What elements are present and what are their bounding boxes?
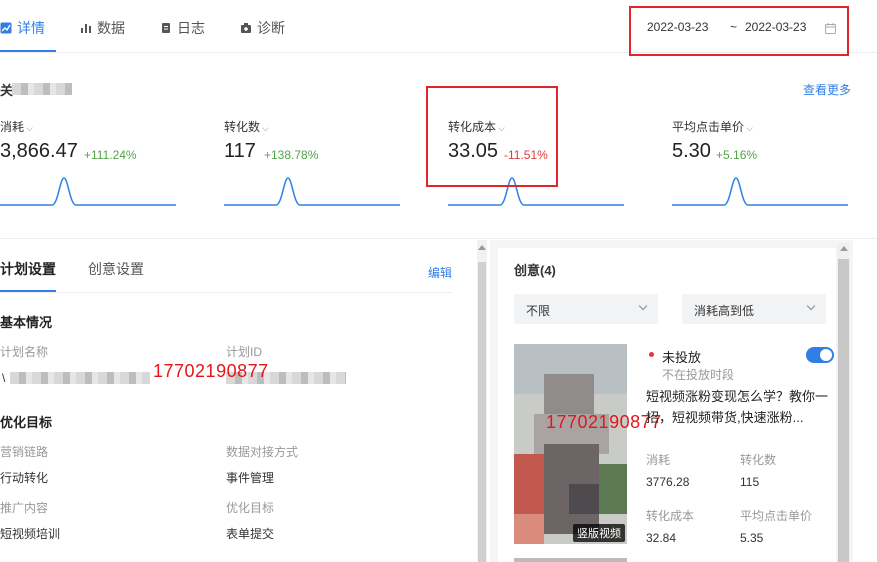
metric-change: +5.16% bbox=[716, 148, 758, 162]
plan-id-label: 计划ID bbox=[226, 345, 263, 359]
active-tab-indicator bbox=[0, 290, 56, 292]
metric-value: 3,866.47 bbox=[0, 140, 78, 162]
trend-chart-icon bbox=[0, 22, 12, 34]
creative-title: 创意(4) bbox=[514, 263, 556, 278]
diagnose-icon bbox=[240, 22, 252, 34]
left-scrollbar[interactable] bbox=[477, 240, 487, 562]
edit-link[interactable]: 编辑 bbox=[428, 264, 452, 281]
bar-chart-icon bbox=[80, 22, 92, 34]
metric-label-dropdown[interactable]: 消耗 ⌵ bbox=[0, 118, 33, 135]
metric-spend: 消耗 ⌵ 3,866.47 +111.24% bbox=[0, 116, 200, 216]
creative-status-sub: 不在投放时段 bbox=[662, 368, 735, 382]
stat-value: 3776.28 bbox=[646, 475, 690, 489]
next-thumbnail-edge bbox=[514, 558, 627, 562]
stat-value: 115 bbox=[740, 475, 760, 489]
stat-label: 平均点击单价 bbox=[740, 509, 813, 523]
tab-diagnose[interactable]: 诊断 bbox=[240, 18, 285, 38]
metric-label: 消耗 bbox=[0, 120, 25, 134]
scroll-up-icon[interactable] bbox=[840, 246, 848, 251]
right-scrollbar[interactable] bbox=[837, 243, 850, 562]
scroll-up-icon[interactable] bbox=[478, 245, 486, 250]
sparkline bbox=[224, 177, 400, 206]
select-value: 不限 bbox=[526, 304, 551, 318]
field-label: 推广内容 bbox=[0, 501, 49, 515]
phone-overlay: 17702190877 bbox=[153, 361, 269, 381]
tab-details[interactable]: 详情 bbox=[0, 18, 45, 38]
creative-status: 未投放 bbox=[662, 350, 702, 365]
creative-toggle[interactable] bbox=[806, 347, 834, 363]
metric-label: 转化数 bbox=[224, 120, 261, 134]
select-value: 消耗高到低 bbox=[694, 304, 755, 318]
redacted-text bbox=[12, 83, 72, 95]
field-value: 短视频培训 bbox=[0, 527, 61, 541]
chevron-down-icon: ⌵ bbox=[26, 123, 33, 133]
section-divider bbox=[0, 238, 877, 239]
stat-value: 5.35 bbox=[740, 531, 764, 545]
metric-label-dropdown[interactable]: 转化数 ⌵ bbox=[224, 118, 269, 135]
tab-label: 数据 bbox=[97, 20, 125, 36]
highlight-box-date bbox=[629, 6, 849, 56]
metric-label: 平均点击单价 bbox=[672, 120, 745, 134]
scroll-thumb[interactable] bbox=[478, 262, 486, 562]
plan-name-label: 计划名称 bbox=[0, 345, 49, 359]
field-label: 营销链路 bbox=[0, 445, 49, 459]
creative-description: 短视频涨粉变现怎么学？教你一招，短视频带货,快速涨粉... bbox=[646, 389, 829, 425]
tab-divider bbox=[0, 292, 452, 293]
sparkline bbox=[0, 177, 176, 206]
sort-select[interactable]: 消耗高到低 bbox=[682, 294, 826, 324]
metric-conversions: 转化数 ⌵ 117 +138.78% bbox=[224, 116, 424, 216]
log-icon bbox=[160, 22, 172, 34]
creative-thumbnail[interactable]: 竖版视频 bbox=[514, 344, 627, 544]
metric-label-dropdown[interactable]: 平均点击单价 ⌵ bbox=[672, 118, 753, 135]
view-more-link[interactable]: 查看更多 bbox=[803, 81, 851, 98]
field-value: 事件管理 bbox=[226, 471, 275, 485]
metric-avg-cpc: 平均点击单价 ⌵ 5.30 +5.16% bbox=[672, 116, 872, 216]
basic-info-title: 基本情况 bbox=[0, 315, 53, 330]
metric-value: 117 bbox=[224, 140, 256, 162]
phone-overlay: 17702190877 bbox=[546, 412, 662, 432]
stat-label: 转化数 bbox=[740, 453, 777, 467]
chevron-down-icon: ⌵ bbox=[746, 123, 753, 133]
redacted-plan-name bbox=[10, 372, 150, 384]
stat-value: 32.84 bbox=[646, 531, 677, 545]
toggle-knob bbox=[820, 349, 832, 361]
chevron-down-icon bbox=[638, 301, 648, 311]
chevron-down-icon bbox=[806, 301, 816, 311]
thumbnail-tag: 竖版视频 bbox=[573, 524, 625, 542]
tab-label: 日志 bbox=[177, 20, 205, 36]
scroll-thumb[interactable] bbox=[838, 259, 849, 562]
tab-plan-settings[interactable]: 计划设置 bbox=[0, 259, 56, 279]
field-label: 优化目标 bbox=[226, 501, 275, 515]
status-dot-icon bbox=[649, 352, 654, 357]
tab-creative-settings[interactable]: 创意设置 bbox=[88, 259, 144, 279]
metric-change: +111.24% bbox=[84, 148, 137, 162]
sparkline bbox=[672, 177, 848, 206]
tab-label: 诊断 bbox=[257, 20, 285, 36]
tab-data[interactable]: 数据 bbox=[80, 18, 125, 38]
active-tab-indicator bbox=[0, 50, 56, 52]
field-label: 数据对接方式 bbox=[226, 445, 299, 459]
field-value: 表单提交 bbox=[226, 527, 275, 541]
tab-label: 详情 bbox=[17, 20, 45, 36]
metric-change: +138.78% bbox=[264, 148, 319, 162]
field-value: 行动转化 bbox=[0, 471, 49, 485]
stat-label: 转化成本 bbox=[646, 509, 695, 523]
tab-log[interactable]: 日志 bbox=[160, 18, 205, 38]
stat-label: 消耗 bbox=[646, 453, 671, 467]
highlight-box-metric bbox=[426, 86, 558, 187]
chevron-down-icon: ⌵ bbox=[262, 123, 269, 133]
filter-select[interactable]: 不限 bbox=[514, 294, 658, 324]
metric-value: 5.30 bbox=[672, 140, 711, 162]
plan-name-prefix: \ bbox=[2, 371, 6, 385]
optimize-goal-title: 优化目标 bbox=[0, 415, 53, 430]
